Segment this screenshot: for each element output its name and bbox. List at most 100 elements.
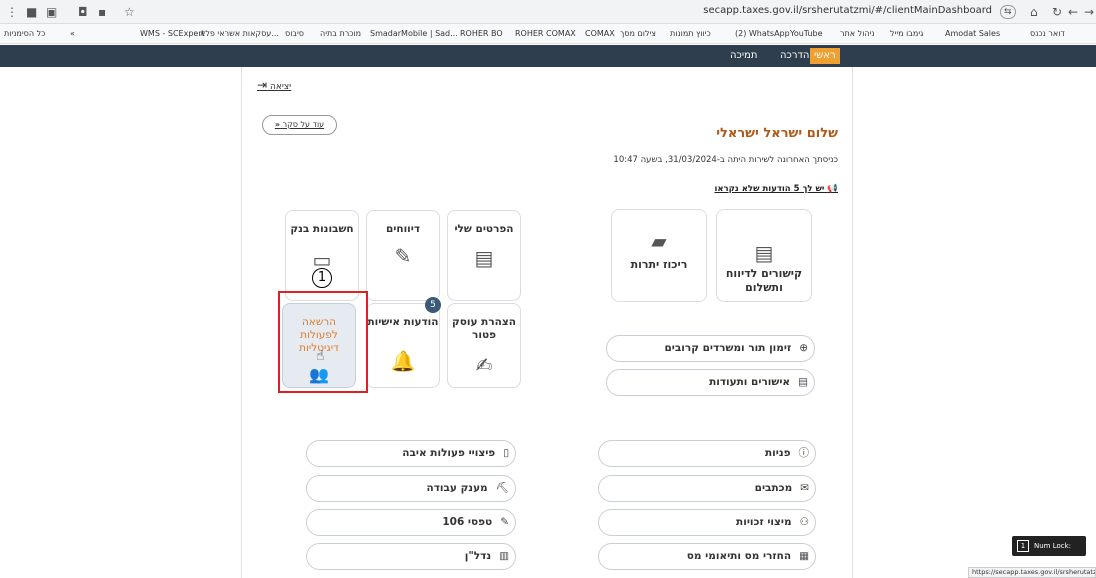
about-button[interactable]: עוד על סקר « [262, 115, 337, 135]
unread-messages-link[interactable]: 📢 יש לך 5 הודעות שלא נקראו [714, 184, 838, 194]
hand-cursor-icon: ☝ [316, 348, 325, 364]
menu-dots-icon[interactable]: ⋮ [6, 4, 18, 20]
person-working-icon: ⛏ [495, 482, 509, 494]
megaphone-icon: 📢 [827, 184, 838, 194]
bookmark-item[interactable]: YouTube [790, 28, 823, 40]
tile-my-details[interactable]: הפרטים שלי ▤ [447, 210, 521, 301]
document-icon: ▯ [503, 447, 509, 459]
document-coin-icon: ▤ [754, 241, 774, 265]
nav-home[interactable]: ראשי [810, 48, 840, 64]
compensation-button[interactable]: ▯ פיצויי פעולות איבה [306, 440, 516, 467]
document-icon: ▤ [474, 246, 494, 270]
bookmark-item[interactable]: מוכרת בתיה [320, 28, 361, 40]
certificates-button[interactable]: ▤ אישורים ותעודות [606, 369, 815, 396]
site-settings-icon[interactable]: ⇆ [1000, 5, 1016, 19]
inquiries-button[interactable]: ⓘ פניות [598, 440, 816, 467]
tile-personal-messages[interactable]: הודעות אישיות 🔔 [366, 303, 440, 388]
tile-label: הצהרת עוסק פטור [452, 316, 516, 341]
signature-icon: ✍ [475, 353, 493, 377]
letters-button[interactable]: ✉ מכתבים [598, 475, 816, 502]
bookmark-item[interactable]: סיבוס [285, 28, 304, 40]
pill-label: פניות [764, 447, 791, 459]
numlock-label: Num Lock: OFF [1034, 542, 1072, 570]
bookmark-item[interactable]: גימבו מייל [890, 28, 923, 40]
bookmark-item[interactable]: COMAX [585, 28, 615, 40]
form-edit-icon: ✎ [500, 516, 509, 528]
keyboard-icon: 1 [1017, 540, 1029, 552]
building-icon: ▥ [499, 550, 509, 562]
bookmark-item[interactable]: (2) WhatsApp [735, 28, 790, 40]
tile-exempt-dealer[interactable]: הצהרת עוסק פטור ✍ [447, 303, 521, 388]
bookmark-star-icon[interactable]: ☆ [124, 4, 135, 20]
bookmark-item[interactable]: SmadarMobile | Sad... [370, 28, 458, 40]
tile-report-links[interactable]: ▤ קישורים לדיווח ותשלום [716, 209, 812, 302]
bookmark-item[interactable]: צילום מסך [620, 28, 656, 40]
last-visit-text: כניסתך האחרונה לשירות היתה ב-31/03/2024,… [613, 155, 838, 165]
money-stack-icon: ▰ [651, 229, 667, 253]
bookmark-item[interactable]: ROHER BO [460, 28, 503, 40]
logout-icon: ⇥ [257, 78, 268, 92]
highlight-frame [278, 291, 368, 393]
about-label: עוד על סקר [282, 120, 325, 129]
forward-icon[interactable]: → [1084, 4, 1094, 20]
messages-count-badge: 5 [425, 297, 441, 313]
nav-support[interactable]: תמיכה [726, 48, 761, 64]
bookmark-item[interactable]: ROHER COMAX [515, 28, 576, 40]
info-icon: ⓘ [798, 447, 810, 459]
bookmark-item[interactable]: כיווץ תמונות [670, 28, 711, 40]
pill-label: טפסי 106 [442, 516, 493, 528]
tile-reports[interactable]: דיווחים ✎ [366, 210, 440, 301]
tile-balance-summary[interactable]: ▰ ריכוז יתרות [611, 209, 707, 302]
numlock-indicator: 1 Num Lock: OFF [1012, 536, 1086, 570]
bookmarks-overflow-icon[interactable]: « [70, 28, 75, 40]
pill-label: זימון תור ומשרדים קרובים [664, 342, 792, 354]
pill-label: אישורים ותעודות [709, 376, 791, 388]
double-chevron-icon: « [274, 120, 281, 129]
greeting: שלום ישראל ישראלי [716, 126, 838, 141]
calculator-icon: ▦ [799, 550, 809, 562]
reload-icon[interactable]: ↻ [1052, 4, 1062, 20]
unread-messages-label: יש לך 5 הודעות שלא נקראו [714, 184, 825, 194]
appointments-button[interactable]: ⊕ זימון תור ומשרדים קרובים [606, 335, 815, 362]
bookmark-all[interactable]: כל הסימניות [4, 28, 45, 40]
tile-label: הפרטים שלי [454, 223, 514, 235]
pill-label: החזרי מס ותיאומי מס [686, 550, 792, 562]
tile-label: קישורים לדיווח ותשלום [725, 267, 803, 294]
home-icon[interactable]: ⌂ [1030, 4, 1038, 20]
bookmarks-bar: כל הסימניות « WMS - SCExpert עסקאות אשרא… [0, 24, 1096, 44]
bookmark-item[interactable]: עסקאות אשראי פלא... [200, 28, 279, 40]
logout-link[interactable]: יציאה ⇥ [257, 78, 291, 92]
form-pen-icon: ✎ [394, 244, 412, 268]
form-106-button[interactable]: ✎ טפסי 106 [306, 509, 516, 536]
status-url: https://secapp.taxes.gov.il/srsherutatzm… [968, 567, 1096, 578]
logout-label: יציאה [269, 82, 292, 92]
refunds-button[interactable]: ▦ החזרי מס ותיאומי מס [598, 543, 816, 570]
envelope-icon: ✉ [800, 482, 809, 494]
work-grant-button[interactable]: ⛏ מענק עבודה [306, 475, 516, 502]
pill-label: פיצויי פעולות איבה [402, 447, 496, 459]
bookmark-item[interactable]: דואר נכנס [1030, 28, 1065, 40]
bookmark-item[interactable]: Amodat Sales [945, 28, 1000, 40]
extension3-icon[interactable]: ▪ [98, 4, 106, 20]
extension2-icon[interactable]: ◘ [78, 4, 88, 20]
pill-label: מכתבים [754, 482, 793, 494]
real-estate-button[interactable]: ▥ נדל"ן [306, 543, 516, 570]
tile-label: הודעות אישיות [367, 316, 439, 328]
browser-toolbar: ⋮ ■ ▣ ◘ ▪ ☆ secapp.taxes.gov.il/srsherut… [0, 0, 1096, 24]
bookmark-item[interactable]: ניהול אתר [840, 28, 875, 40]
pill-label: מענק עבודה [426, 482, 488, 494]
tile-label: דיווחים [385, 223, 421, 235]
address-bar[interactable]: secapp.taxes.gov.il/srsherutatzmi/#/clie… [703, 5, 992, 16]
pill-label: נדל"ן [464, 550, 492, 562]
sidebar-icon[interactable]: ▣ [46, 4, 57, 20]
back-icon[interactable]: ← [1068, 4, 1078, 20]
extension-icon[interactable]: ■ [26, 4, 37, 20]
nav-guide[interactable]: הדרכה [776, 48, 813, 64]
rights-button[interactable]: ⚇ מיצוי זכויות [598, 509, 816, 536]
step-marker: 1 [312, 268, 332, 288]
document-icon: ▤ [798, 376, 808, 388]
bookmark-item[interactable]: WMS - SCExpert [140, 28, 205, 40]
hand-coin-icon: ⚇ [799, 516, 809, 528]
tile-label: חשבונות בנק [290, 223, 354, 235]
tile-label: ריכוז יתרות [630, 258, 688, 271]
